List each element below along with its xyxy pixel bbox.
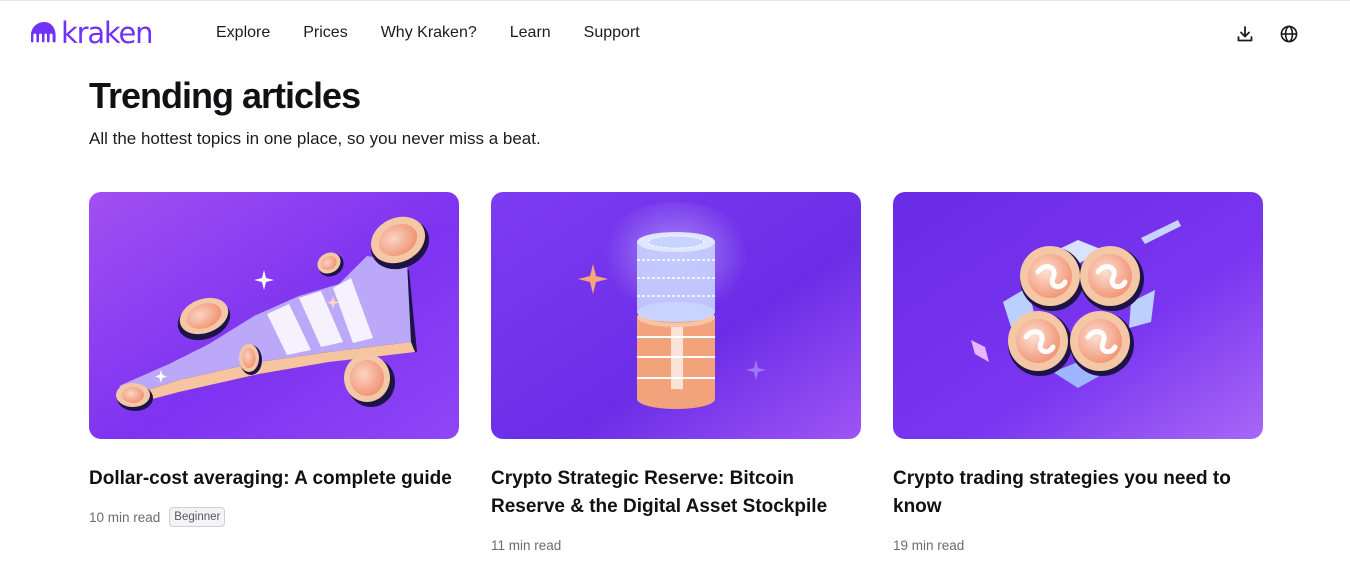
article-card[interactable]: Crypto Strategic Reserve: Bitcoin Reserv…	[491, 192, 861, 556]
kraken-logo[interactable]: kraken	[30, 16, 153, 50]
logo-wordmark: kraken	[61, 16, 153, 50]
article-title[interactable]: Crypto Strategic Reserve: Bitcoin Reserv…	[491, 465, 861, 521]
nav-support[interactable]: Support	[584, 23, 640, 43]
read-time: 11 min read	[491, 537, 562, 553]
nav-prices[interactable]: Prices	[303, 23, 347, 43]
article-meta: 19 min read	[893, 534, 1263, 556]
globe-icon[interactable]	[1277, 22, 1301, 46]
article-card[interactable]: Crypto trading strategies you need to kn…	[893, 192, 1263, 556]
section-title: Trending articles	[89, 75, 361, 116]
article-title[interactable]: Crypto trading strategies you need to kn…	[893, 465, 1263, 521]
read-time: 10 min read	[89, 509, 161, 525]
section-subtitle: All the hottest topics in one place, so …	[89, 129, 541, 148]
kraken-logo-icon	[31, 22, 56, 43]
nav-learn[interactable]: Learn	[510, 23, 551, 43]
nav-why-kraken[interactable]: Why Kraken?	[381, 23, 477, 43]
article-title[interactable]: Dollar-cost averaging: A complete guide	[89, 465, 459, 493]
article-meta: 10 min read Beginner	[89, 506, 459, 528]
coin-cluster-illustration	[893, 192, 1263, 439]
nav-explore[interactable]: Explore	[216, 23, 270, 43]
top-navigation-bar: kraken Explore Prices Why Kraken? Learn …	[0, 0, 1350, 66]
main-nav: Explore Prices Why Kraken? Learn Support	[216, 23, 673, 43]
article-card[interactable]: Dollar-cost averaging: A complete guide …	[89, 192, 459, 528]
article-meta: 11 min read	[491, 534, 861, 556]
read-time: 19 min read	[893, 537, 965, 553]
coin-stack-illustration	[491, 192, 861, 439]
download-icon[interactable]	[1233, 22, 1257, 46]
level-badge: Beginner	[169, 507, 226, 527]
coins-rising-chart-illustration	[89, 192, 459, 439]
